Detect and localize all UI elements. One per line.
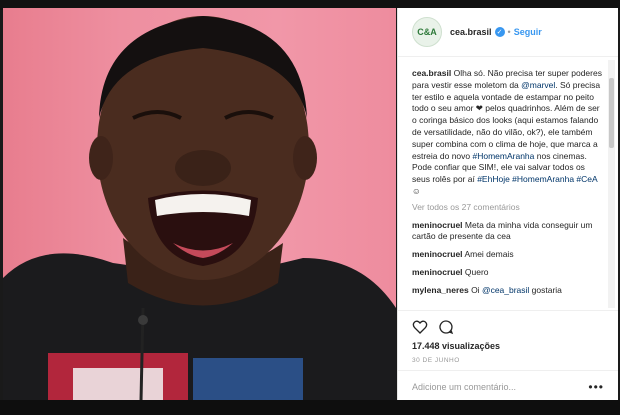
post-sidebar: C&A cea.brasil ✓ • Seguir cea.brasil Olh… — [397, 8, 618, 401]
comment-bubble-icon[interactable] — [438, 319, 454, 335]
post-actions: 17.448 visualizações 30 DE JUNHO — [398, 310, 618, 375]
comment-text: Amei demais — [462, 249, 514, 260]
comment-username[interactable]: meninocruel — [412, 220, 463, 230]
post-photo[interactable] — [3, 8, 396, 401]
comment-username[interactable]: meninocruel — [412, 249, 463, 259]
header-username[interactable]: cea.brasil — [450, 27, 492, 37]
comment-text: Quero — [462, 266, 489, 277]
view-all-comments-link[interactable]: Ver todos os 27 comentários — [412, 202, 605, 214]
like-heart-icon[interactable] — [412, 319, 428, 335]
action-icons — [412, 319, 454, 335]
comments-scrollbar[interactable] — [608, 60, 615, 308]
comment-username[interactable]: meninocruel — [412, 267, 463, 277]
caption-mention-marvel[interactable]: @marvel — [521, 80, 555, 90]
smile-emoji-icon: ☺ — [412, 185, 421, 196]
scrollbar-thumb[interactable] — [609, 78, 614, 148]
caption-hashtag-homemaranha[interactable]: #HomemAranha — [472, 151, 534, 161]
more-options-icon[interactable]: ••• — [588, 380, 604, 394]
comment-item: meninocruel Meta da minha vida conseguir… — [412, 220, 605, 244]
comment-mention[interactable]: @cea_brasil — [482, 285, 529, 295]
comment-username[interactable]: mylena_neres — [412, 285, 469, 295]
comment-item: meninocruel Quero — [412, 267, 605, 279]
avatar[interactable]: C&A — [412, 17, 442, 47]
comments-list: cea.brasil Olha só. Não precisa ter supe… — [412, 68, 605, 308]
comment-text: Oi — [468, 284, 482, 295]
comment-input[interactable]: Adicione um comentário... — [412, 382, 516, 392]
post-header: C&A cea.brasil ✓ • Seguir — [398, 8, 618, 57]
comment-item: mylena_neres Oi @cea_brasil gostaria — [412, 285, 605, 297]
separator-dot: • — [507, 27, 511, 37]
caption-hashtags[interactable]: #EhHoje #HomemAranha #CeA — [477, 174, 597, 184]
comment-text-2: gostaria — [529, 284, 562, 295]
verified-badge-icon: ✓ — [494, 27, 505, 37]
comment-item: meninocruel Amei demais — [412, 249, 605, 261]
page-backdrop-bottom — [0, 400, 620, 415]
follow-button[interactable]: Seguir — [514, 27, 542, 37]
heart-icon: ❤ — [475, 103, 483, 114]
add-comment-bar: Adicione um comentário... ••• — [398, 370, 618, 402]
post-date: 30 DE JUNHO — [412, 357, 460, 364]
view-count[interactable]: 17.448 visualizações — [412, 341, 500, 351]
caption-username[interactable]: cea.brasil — [412, 68, 451, 78]
smiling-man-photo — [3, 16, 396, 401]
post-caption: cea.brasil Olha só. Não precisa ter supe… — [412, 68, 605, 198]
